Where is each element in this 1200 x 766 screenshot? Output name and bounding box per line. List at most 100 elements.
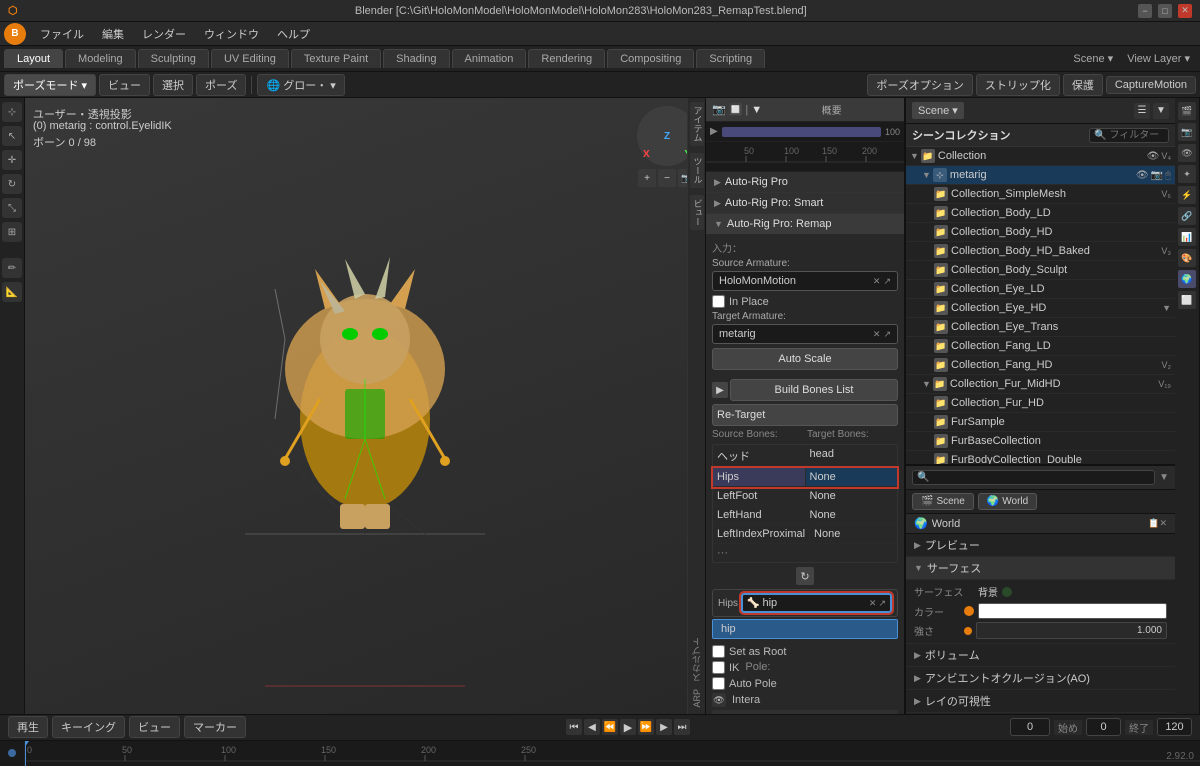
bone-target-1[interactable]: None [806,468,898,486]
metarig-select-icon[interactable]: 🖱 [1165,170,1171,181]
filter-icon[interactable]: ▼ [751,104,762,116]
start-frame[interactable]: 0 [1086,718,1121,736]
tool-rotate[interactable]: ↻ [2,174,22,194]
tree-item-eye-ld[interactable]: 📁 Collection_Eye_LD [906,280,1175,299]
prop-scene-icon[interactable]: 🎬 [1178,102,1196,120]
tl-view-btn[interactable]: ビュー [129,716,180,738]
set-as-root-checkbox[interactable] [712,645,725,658]
current-frame[interactable]: 0 [1010,718,1050,736]
menu-help[interactable]: ヘルプ [269,24,318,44]
bone-row-1[interactable]: Hips None [713,468,897,487]
menu-render[interactable]: レンダー [134,24,194,44]
build-bones-btn[interactable]: Build Bones List [730,379,898,401]
mapping-press-header[interactable]: ▼ Mapping Pres [712,710,898,714]
vis-eye-icon[interactable]: 👁 [1147,151,1160,162]
blender-logo[interactable]: B [4,23,26,45]
in-place-checkbox[interactable] [712,295,725,308]
filter-icon[interactable]: ▼ [1153,103,1169,119]
prop-world-icon[interactable]: 🌍 [1178,270,1196,288]
tab-sculpting[interactable]: Sculpting [138,49,209,68]
props-filter-btn[interactable]: ▼ [1159,472,1169,483]
ao-section-header[interactable]: ▶ アンビエントオクルージョン(AO) [906,667,1175,690]
tab-compositing[interactable]: Compositing [607,49,694,68]
auto-scale-btn[interactable]: Auto Scale [712,348,898,370]
maximize-button[interactable]: □ [1158,4,1172,18]
prop-object-icon[interactable]: ⬜ [1178,291,1196,309]
tab-animation[interactable]: Animation [452,49,527,68]
jump-start-btn[interactable]: ⏮ [566,719,582,735]
viewlayer-selector[interactable]: View Layer ▾ [1121,52,1196,65]
play-pause-btn[interactable]: ▶ [620,719,636,735]
retarget-btn[interactable]: Re-Target [712,404,898,426]
tree-item-simplemesh[interactable]: 📁 Collection_SimpleMesh V₆ [906,185,1175,204]
volume-section-header[interactable]: ▶ ボリューム [906,644,1175,667]
viewport-overlay-btn[interactable]: 🌐 グロー・ ▾ [257,74,344,96]
tool-annotate[interactable]: ✏ [2,258,22,278]
auto-pole-checkbox[interactable] [712,677,725,690]
source-armature-field[interactable]: HoloMonMotion ✕ ↗ [712,271,898,291]
arp-header-smart[interactable]: ▶ Auto-Rig Pro: Smart [706,193,904,213]
metarig-render-icon[interactable]: 📷 [1151,170,1163,181]
ray-vis-section-header[interactable]: ▶ レイの可視性 [906,690,1175,713]
frame-indicator-dot[interactable] [8,749,16,757]
keyframe-btn[interactable]: キーイング [52,716,125,738]
tree-item-fur-midhd[interactable]: ▼ 📁 Collection_Fur_MidHD V₁₉ [906,375,1175,394]
target-armature-field[interactable]: metarig ✕ ↗ [712,324,898,344]
tool-cursor[interactable]: ↖ [2,126,22,146]
arp-tab-3[interactable]: ビュー [690,195,704,230]
scene-selector[interactable]: Scene ▾ [1067,52,1119,65]
ik-checkbox[interactable] [712,661,725,674]
minimize-button[interactable]: − [1138,4,1152,18]
next-frame-btn[interactable]: ▶ [656,719,672,735]
surface-section-header[interactable]: ▼ サーフェス [906,557,1175,580]
prop-constraint-icon[interactable]: 🔗 [1178,207,1196,225]
prop-physics-icon[interactable]: ⚡ [1178,186,1196,204]
tab-modeling[interactable]: Modeling [65,49,136,68]
arp-header-main[interactable]: ▶ Auto-Rig Pro [706,172,904,192]
play-btn[interactable]: 再生 [8,716,48,738]
prop-material-icon[interactable]: 🎨 [1178,249,1196,267]
pose-options-btn[interactable]: ポーズオプション [867,74,972,96]
close-button[interactable]: ✕ [1178,4,1192,18]
target-browse-btn[interactable]: ↗ [883,329,891,340]
tree-item-eye-hd[interactable]: 📁 Collection_Eye_HD ▼ [906,299,1175,318]
scene-tab[interactable]: 🎬 Scene [912,493,974,510]
hips-clear-btn[interactable]: ✕ [869,598,877,609]
prop-renderlayer-icon[interactable]: 📷 [1178,123,1196,141]
hip-suggestion-item[interactable]: hip [713,620,897,638]
world-close-icon[interactable]: ✕ [1159,518,1167,529]
color-swatch[interactable] [978,603,1167,619]
preview-section-header[interactable]: ▶ プレビュー [906,534,1175,557]
nla-strip[interactable] [722,127,881,137]
marker-btn[interactable]: マーカー [184,716,246,738]
view-menu[interactable]: ビュー [99,74,150,96]
strip-btn[interactable]: ストリップ化 [976,74,1060,96]
tree-item-body-sculpt[interactable]: 📁 Collection_Body_Sculpt [906,261,1175,280]
pose-mode-selector[interactable]: ポーズモード ▾ [4,74,96,96]
tree-item-fang-hd[interactable]: 📁 Collection_Fang_HD V₂ [906,356,1175,375]
filter-input-field[interactable] [1109,130,1164,141]
hips-browse-btn[interactable]: ↗ [878,598,886,609]
filter-input[interactable]: 🔍 [1089,128,1169,143]
menu-file[interactable]: ファイル [32,24,92,44]
menu-edit[interactable]: 編集 [94,24,132,44]
zoom-in-btn[interactable]: + [638,169,656,187]
tool-select[interactable]: ⊹ [2,102,22,122]
tool-scale[interactable]: ⤡ [2,198,22,218]
tool-transform[interactable]: ⊞ [2,222,22,242]
prop-data-icon[interactable]: 📊 [1178,228,1196,246]
props-search-field[interactable]: 🔍 [912,470,1155,485]
scene-dropdown[interactable]: Scene ▾ [912,102,964,119]
tree-item-metarig[interactable]: ▼ ⊹ metarig 👁 📷 🖱 [906,166,1175,185]
tab-layout[interactable]: Layout [4,49,63,68]
source-browse-btn[interactable]: ↗ [883,276,891,287]
ruler-area[interactable]: 0 50 100 150 200 250 [25,741,1200,766]
tree-item-body-ld[interactable]: 📁 Collection_Body_LD [906,204,1175,223]
tab-rendering[interactable]: Rendering [528,49,605,68]
tab-texture-paint[interactable]: Texture Paint [291,49,381,68]
arp-tab-1[interactable]: アイテム [690,102,704,146]
prop-particles-icon[interactable]: ✦ [1178,165,1196,183]
pose-menu[interactable]: ポーズ [196,74,246,96]
tree-item-fur-hd[interactable]: 📁 Collection_Fur_HD [906,394,1175,413]
metarig-eye-icon[interactable]: 👁 [1136,170,1149,181]
